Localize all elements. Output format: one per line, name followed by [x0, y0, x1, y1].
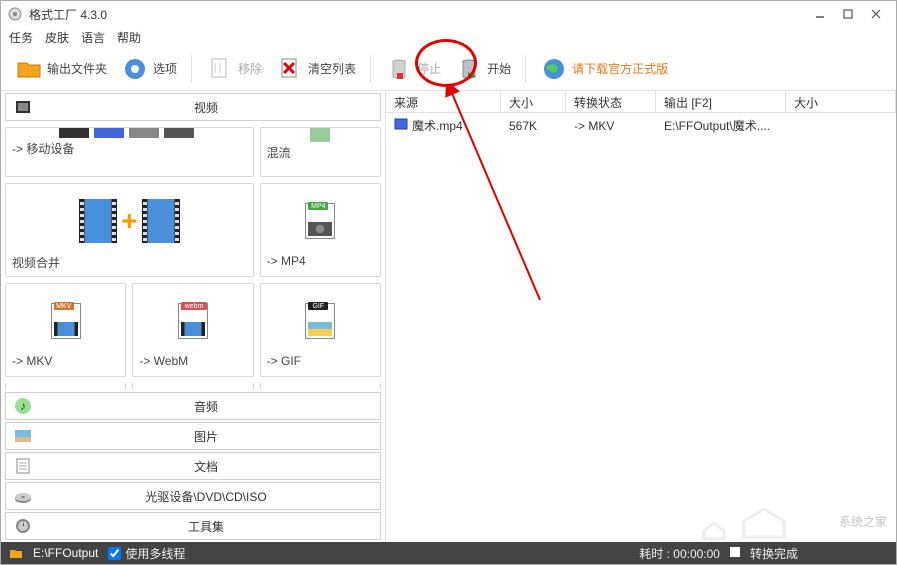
tile-mkv-label: -> MKV: [12, 352, 119, 370]
tools-icon: [14, 517, 32, 535]
table-row[interactable]: 魔术.mp4 567K -> MKV E:\FFOutput\魔术....: [386, 113, 896, 135]
tile-webm-label: -> WebM: [139, 352, 246, 370]
image-label: 图片: [40, 428, 372, 445]
options-icon: [121, 55, 149, 83]
audio-label: 音频: [40, 398, 372, 415]
image-icon: [14, 427, 32, 445]
start-label: 开始: [487, 60, 511, 77]
separator: [370, 55, 371, 83]
table-header: 来源 大小 转换状态 输出 [F2] 大小: [386, 91, 896, 113]
tools-label: 工具集: [40, 518, 372, 535]
col-status[interactable]: 转换状态: [566, 91, 656, 112]
download-label: 请下载官方正式版: [572, 60, 668, 77]
cell-status: -> MKV: [566, 116, 656, 135]
tile-mobile[interactable]: -> 移动设备: [5, 127, 254, 177]
svg-text:♪: ♪: [20, 399, 26, 413]
left-panel: 视频 -> 移动设备 混流 + 视频合并: [1, 91, 386, 542]
menu-skin[interactable]: 皮肤: [45, 29, 69, 46]
cell-output: E:\FFOutput\魔术....: [656, 116, 786, 135]
elapsed-time: 耗时 : 00:00:00: [639, 545, 720, 562]
menu-help[interactable]: 帮助: [117, 29, 141, 46]
close-button[interactable]: [862, 4, 890, 24]
cell-source-text: 魔术.mp4: [412, 117, 463, 134]
status-folder-icon[interactable]: [9, 546, 23, 560]
stop-icon: [385, 55, 413, 83]
progress-text: 转换完成: [750, 545, 798, 562]
output-folder-button[interactable]: 输出文件夹: [11, 53, 111, 85]
maximize-button[interactable]: [834, 4, 862, 24]
stop-label: 停止: [417, 60, 441, 77]
tile-partial[interactable]: [132, 383, 253, 390]
separator: [525, 55, 526, 83]
tile-mkv[interactable]: MKV -> MKV: [5, 283, 126, 377]
tile-mp4-label: -> MP4: [267, 252, 374, 270]
window-title: 格式工厂 4.3.0: [29, 6, 806, 23]
video-icon: [14, 98, 32, 116]
content: 视频 -> 移动设备 混流 + 视频合并: [1, 91, 896, 542]
video-category-header[interactable]: 视频: [5, 93, 381, 121]
image-category[interactable]: 图片: [5, 422, 381, 450]
video-file-icon: [394, 117, 408, 134]
clear-button[interactable]: 清空列表: [272, 53, 360, 85]
tools-category[interactable]: 工具集: [5, 512, 381, 540]
separator: [191, 55, 192, 83]
cell-source: 魔术.mp4: [386, 116, 501, 135]
tile-mobile-label: -> 移动设备: [12, 138, 247, 156]
menu-language[interactable]: 语言: [81, 29, 105, 46]
clear-label: 清空列表: [308, 60, 356, 77]
minimize-button[interactable]: [806, 4, 834, 24]
options-label: 选项: [153, 60, 177, 77]
tile-gif[interactable]: GIF -> GIF: [260, 283, 381, 377]
stop-button[interactable]: 停止: [381, 53, 445, 85]
menubar: 任务 皮肤 语言 帮助: [1, 27, 896, 47]
titlebar: 格式工厂 4.3.0: [1, 1, 896, 27]
app-icon: [7, 6, 23, 22]
toolbar: 输出文件夹 选项 移除 清空列表 停止 开始 请下载官方正式版: [1, 47, 896, 91]
tile-gif-label: -> GIF: [267, 352, 374, 370]
audio-category[interactable]: ♪ 音频: [5, 392, 381, 420]
tiles-area: -> 移动设备 混流 + 视频合并 MP4 -> MP4: [1, 123, 385, 390]
disc-category[interactable]: 光驱设备\DVD\CD\ISO: [5, 482, 381, 510]
tile-partial[interactable]: [5, 383, 126, 390]
globe-icon: [540, 55, 568, 83]
tile-webm[interactable]: webm -> WebM: [132, 283, 253, 377]
menu-task[interactable]: 任务: [9, 29, 33, 46]
tile-merge-label: 视频合并: [12, 252, 247, 270]
remove-label: 移除: [238, 60, 262, 77]
document-category[interactable]: 文档: [5, 452, 381, 480]
multithread-label: 使用多线程: [125, 545, 185, 562]
output-path[interactable]: E:\FFOutput: [33, 546, 98, 560]
start-button[interactable]: 开始: [451, 53, 515, 85]
audio-icon: ♪: [14, 397, 32, 415]
right-panel: 来源 大小 转换状态 输出 [F2] 大小 魔术.mp4 567K -> MKV…: [386, 91, 896, 542]
col-output[interactable]: 输出 [F2]: [656, 91, 786, 112]
cell-size: 567K: [501, 116, 566, 135]
output-folder-label: 输出文件夹: [47, 60, 107, 77]
tile-mp4[interactable]: MP4 -> MP4: [260, 183, 381, 277]
progress-square-icon: [730, 546, 740, 560]
remove-button[interactable]: 移除: [202, 53, 266, 85]
multithread-checkbox[interactable]: 使用多线程: [108, 545, 185, 562]
category-list: ♪ 音频 图片 文档 光驱设备\DVD\CD\ISO 工具集: [1, 390, 385, 542]
clear-icon: [276, 55, 304, 83]
folder-icon: [15, 55, 43, 83]
tile-mix-label: 混流: [267, 142, 374, 160]
video-label: 视频: [40, 99, 372, 116]
download-link[interactable]: 请下载官方正式版: [536, 53, 672, 85]
tile-partial[interactable]: [260, 383, 381, 390]
disc-label: 光驱设备\DVD\CD\ISO: [40, 488, 372, 505]
col-source[interactable]: 来源: [386, 91, 501, 112]
options-button[interactable]: 选项: [117, 53, 181, 85]
document-icon: [14, 457, 32, 475]
statusbar: E:\FFOutput 使用多线程 耗时 : 00:00:00 转换完成: [1, 542, 896, 564]
col-size[interactable]: 大小: [501, 91, 566, 112]
tile-merge[interactable]: + 视频合并: [5, 183, 254, 277]
document-label: 文档: [40, 458, 372, 475]
tile-mix[interactable]: 混流: [260, 127, 381, 177]
remove-icon: [206, 55, 234, 83]
col-size2[interactable]: 大小: [786, 91, 896, 112]
multithread-input[interactable]: [108, 547, 121, 560]
start-icon: [455, 55, 483, 83]
disc-icon: [14, 487, 32, 505]
